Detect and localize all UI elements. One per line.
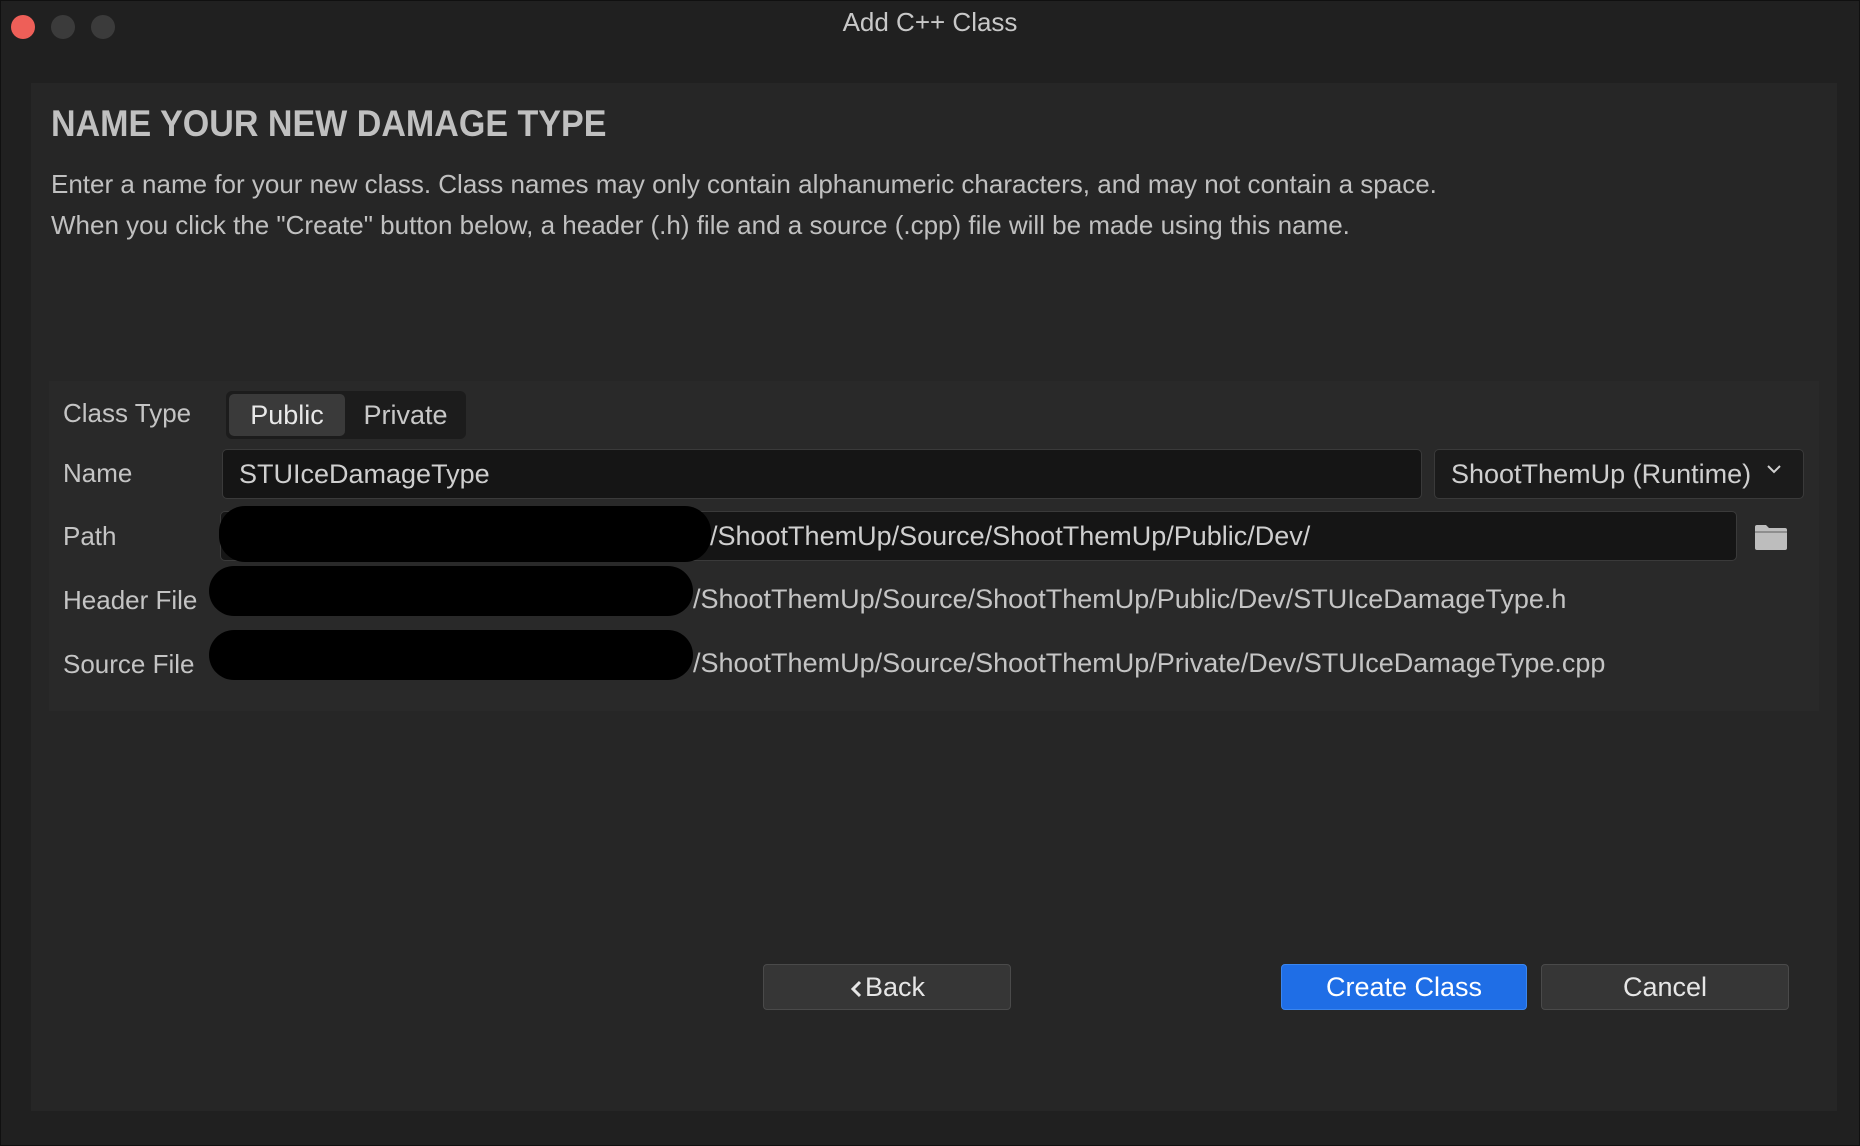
redacted-header-prefix xyxy=(209,566,693,616)
path-input[interactable]: /ShootThemUp/Source/ShootThemUp/Public/D… xyxy=(219,506,1737,562)
class-name-input[interactable]: STUIceDamageType xyxy=(222,449,1422,499)
folder-icon[interactable] xyxy=(1754,523,1788,551)
content-panel: NAME YOUR NEW DAMAGE TYPE Enter a name f… xyxy=(31,83,1837,1111)
redacted-source-prefix xyxy=(209,630,693,680)
header-file-label: Header File xyxy=(63,585,198,615)
module-dropdown[interactable]: ShootThemUp (Runtime) xyxy=(1434,449,1804,499)
chevron-down-icon xyxy=(1767,465,1781,474)
class-type-private-button[interactable]: Private xyxy=(348,394,463,436)
path-label: Path xyxy=(63,521,117,551)
page-title: NAME YOUR NEW DAMAGE TYPE xyxy=(51,103,607,144)
module-dropdown-value: ShootThemUp (Runtime) xyxy=(1451,459,1752,489)
class-type-toggle: Public Private xyxy=(226,391,466,439)
back-button-label: Back xyxy=(864,972,926,1002)
cancel-button[interactable]: Cancel xyxy=(1541,964,1789,1010)
source-file-label: Source File xyxy=(63,649,195,679)
chevron-left-icon xyxy=(850,980,862,997)
window-title: Add C++ Class xyxy=(842,7,1018,37)
class-form: Class Type Public Private Name STUIceDam… xyxy=(49,381,1819,711)
path-value: /ShootThemUp/Source/ShootThemUp/Public/D… xyxy=(710,521,1311,551)
class-type-public-button[interactable]: Public xyxy=(229,394,345,436)
back-button[interactable]: Back xyxy=(763,964,1011,1010)
source-file-path: /ShootThemUp/Source/ShootThemUp/Private/… xyxy=(693,648,1606,678)
create-class-button[interactable]: Create Class xyxy=(1281,964,1527,1010)
add-class-dialog: Add C++ Class NAME YOUR NEW DAMAGE TYPE … xyxy=(0,0,1860,1146)
header-file-path: /ShootThemUp/Source/ShootThemUp/Public/D… xyxy=(693,584,1567,614)
description-line-2: When you click the "Create" button below… xyxy=(51,210,1350,240)
class-type-label: Class Type xyxy=(63,398,192,428)
title-bar: Add C++ Class xyxy=(1,1,1859,51)
description-line-1: Enter a name for your new class. Class n… xyxy=(51,169,1437,199)
redacted-path-prefix xyxy=(219,506,711,562)
name-label: Name xyxy=(63,458,133,488)
